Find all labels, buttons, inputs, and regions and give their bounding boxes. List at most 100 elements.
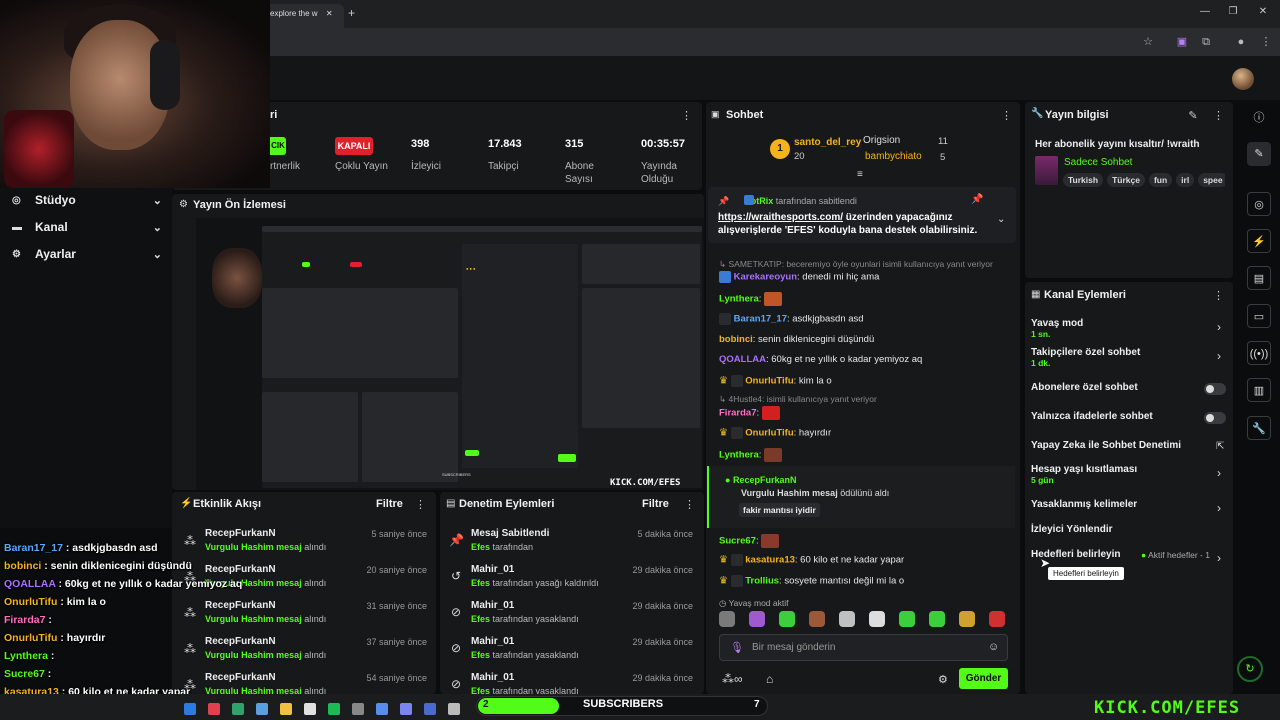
close-window-button[interactable]: ✕ [1250,6,1276,17]
emote-button[interactable] [749,611,765,627]
gear-icon[interactable]: ⚙ [938,673,948,686]
avatar[interactable] [1232,68,1254,90]
taskbar-app-icon[interactable] [256,703,268,715]
taskbar-app-icon[interactable] [208,703,220,715]
chevron-right-icon[interactable]: › [1217,320,1221,334]
emote-button[interactable] [929,611,945,627]
emote-button[interactable] [989,611,1005,627]
sidebar-item-channel[interactable]: ▬ Kanal ⌄ [12,216,162,238]
more-icon[interactable]: ⋮ [684,498,695,511]
taskbar-app-icon[interactable] [304,703,316,715]
chat-icon[interactable]: ▭ [1247,304,1271,328]
channel-action-row[interactable]: Yapay Zeka ile Sohbet Denetimi [1031,440,1226,451]
external-link-icon[interactable]: ⇱ [1216,441,1224,452]
sidebar-item-settings[interactable]: ⚙ Ayarlar ⌄ [12,243,162,265]
stream-preview[interactable]: SUBSCRIBERS ● ● ● KICK.COM/EFES [196,218,704,490]
new-tab-button[interactable]: + [348,6,355,20]
taskbar-app-icon[interactable] [232,703,244,715]
puzzle-icon[interactable]: ⧉ [1199,35,1213,49]
target-icon[interactable]: ◎ [1247,192,1271,216]
pinned-link[interactable]: https://wraithesports.com/ [718,212,843,223]
more-icon[interactable]: ⋮ [681,109,692,122]
maximize-button[interactable]: ❐ [1220,6,1246,17]
taskbar-app-icon[interactable] [328,703,340,715]
emote-button[interactable] [899,611,915,627]
tag[interactable]: irl [1176,173,1195,187]
channel-action-row[interactable]: İzleyici Yönlendir [1031,524,1226,535]
chevron-right-icon[interactable]: › [1217,501,1221,515]
leader-name[interactable]: bambychiato [865,151,922,162]
broadcast-icon[interactable]: ((•)) [1247,341,1271,365]
tag[interactable]: Turkish [1063,173,1104,187]
star-icon[interactable]: ☆ [1141,35,1155,49]
browser-tab[interactable]: explore the w ✕ [262,4,344,28]
wrench-icon[interactable]: 🔧 [1247,416,1271,440]
taskbar-app-icon[interactable] [448,703,460,715]
taskbar-app-icon[interactable] [424,703,436,715]
taskbar-app-icon[interactable] [376,703,388,715]
unpin-icon[interactable]: 📌 [971,194,983,205]
moderation-filter-button[interactable]: Filtre [642,498,669,510]
event-row[interactable]: RecepFurkanN Vurgulu Hashim mesaj alındı 5… [205,528,427,562]
emote-button[interactable] [839,611,855,627]
store-icon[interactable]: ⌂ [766,672,773,686]
lightning-icon[interactable]: ⚡ [1247,229,1271,253]
extension-icon[interactable]: ▣ [1175,35,1189,49]
edit-icon[interactable]: ✎ [1188,109,1198,122]
emote-button[interactable] [869,611,885,627]
more-icon[interactable]: ⋮ [1001,109,1012,122]
taskbar-app-icon[interactable] [280,703,292,715]
channel-action-row[interactable]: Yasaklanmış kelimeler [1031,499,1226,510]
taskbar-app-icon[interactable] [400,703,412,715]
moderation-row[interactable]: Mahir_01 Efes tarafından yasaklandı 29 dak… [471,636,693,670]
chevron-right-icon[interactable]: › [1217,551,1221,565]
emote-button[interactable] [719,611,735,627]
moderation-row[interactable]: Mahir_01 Efes tarafından yasaklandı 29 dak… [471,600,693,634]
emote-button[interactable] [779,611,795,627]
events-filter-button[interactable]: Filtre [376,498,403,510]
sidebar-item-studio[interactable]: ◎ Stüdyo ⌄ [12,189,162,211]
moderation-row[interactable]: Mahir_01 Efes tarafından yasağı kaldırıld… [471,564,693,598]
multistream-badge[interactable]: KAPALI [335,137,373,155]
chevron-right-icon[interactable]: › [1217,349,1221,363]
chevron-down-icon[interactable]: ⌄ [997,214,1005,225]
points-icon[interactable]: ⁂∞ [722,672,743,686]
more-icon[interactable]: ⋮ [1213,289,1224,302]
channel-action-row[interactable]: Takipçilere özel sohbet 1 dk. [1031,347,1226,368]
send-button[interactable]: Gönder [959,668,1008,689]
channel-action-row[interactable]: Yavaş mod 1 sn. [1031,318,1226,339]
taskbar-app-icon[interactable] [184,703,196,715]
toggle-switch[interactable] [1204,383,1226,395]
layout-icon[interactable]: ▥ [1247,378,1271,402]
pencil-icon[interactable]: ✎ [1247,142,1271,166]
tag[interactable]: fun [1148,173,1173,187]
emote-button[interactable] [809,611,825,627]
event-row[interactable]: RecepFurkanN Vurgulu Hashim mesaj alındı 3… [205,636,427,670]
document-icon[interactable]: ▤ [1247,266,1271,290]
channel-action-row[interactable]: Hesap yaşı kısıtlaması 5 gün [1031,464,1226,485]
taskbar-app-icon[interactable] [352,703,364,715]
channel-action-row[interactable]: Yalnızca ifadelerle sohbet [1031,411,1226,422]
close-icon[interactable]: ✕ [326,9,333,18]
emoji-icon[interactable]: ☺ [988,641,999,653]
moderation-row[interactable]: Mesaj Sabitlendi Efes tarafından 5 dakika … [471,528,693,562]
category-name[interactable]: Sadece Sohbet [1064,157,1132,168]
collapse-icon[interactable]: ≡ [857,169,863,180]
profile-icon[interactable]: ● [1234,35,1248,49]
tag[interactable]: spee [1198,173,1225,187]
minimize-button[interactable]: — [1192,6,1218,17]
leader-name[interactable]: Origsion [863,135,900,146]
microphone-icon[interactable]: 🎙 [730,641,744,654]
tag[interactable]: Türkçe [1107,173,1145,187]
more-icon[interactable]: ⋮ [1213,109,1224,122]
menu-icon[interactable]: ⋮ [1259,35,1273,49]
more-icon[interactable]: ⋮ [415,498,426,511]
chevron-right-icon[interactable]: › [1217,466,1221,480]
toggle-switch[interactable] [1204,412,1226,424]
emote-button[interactable] [959,611,975,627]
leader-name[interactable]: santo_del_rey [794,137,861,148]
event-row[interactable]: RecepFurkanN Vurgulu Hashim mesaj alındı 3… [205,600,427,634]
info-icon[interactable]: ⓘ [1247,106,1271,130]
overlay-chat-line: Firarda7 : [4,614,52,626]
channel-action-row[interactable]: Abonelere özel sohbet [1031,382,1226,393]
